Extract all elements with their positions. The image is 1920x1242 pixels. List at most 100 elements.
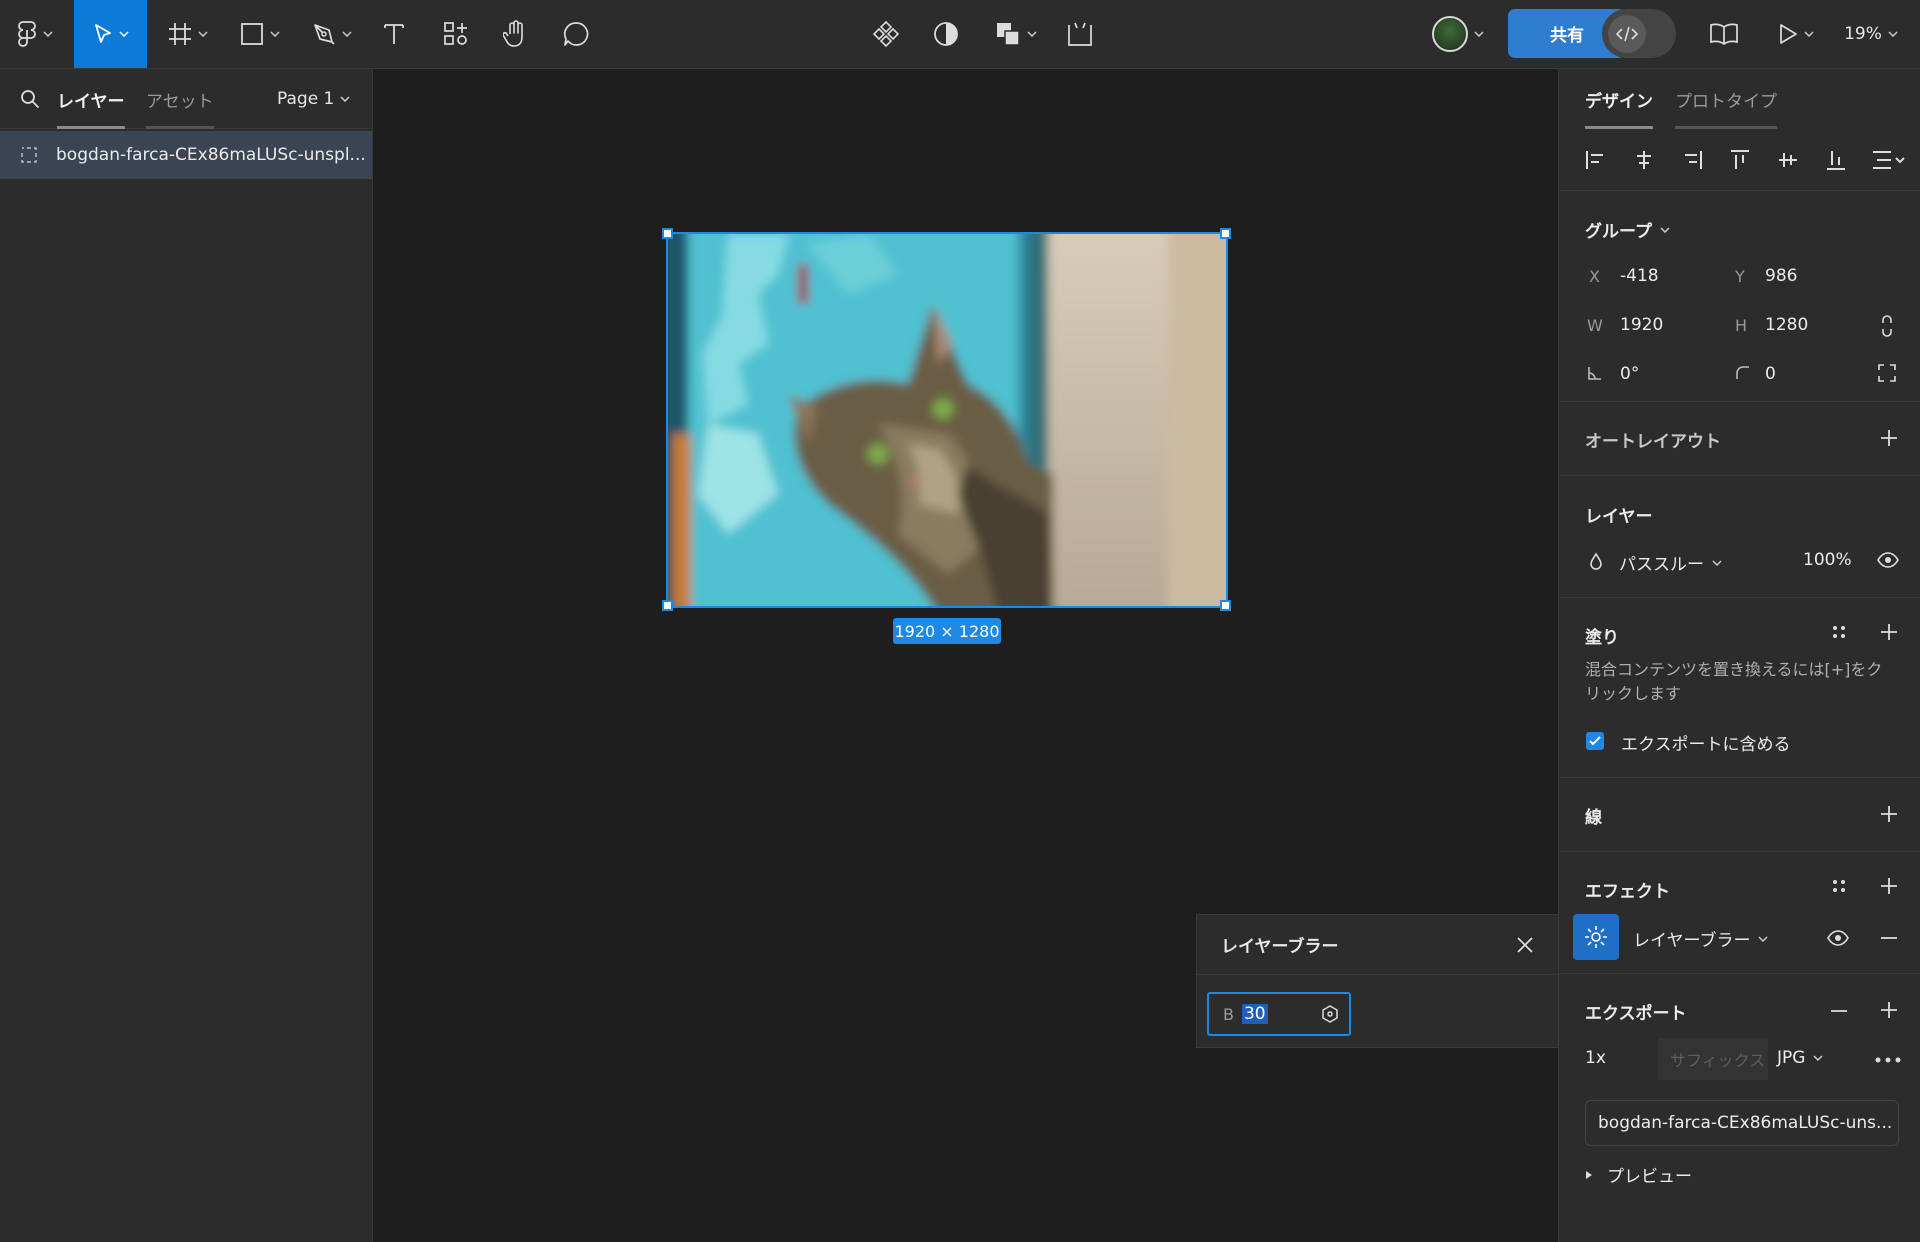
preview-label: プレビュー [1607,1167,1692,1187]
preview-toggle[interactable]: プレビュー [1585,1162,1692,1187]
auto-layout-section: オートレイアウト [1559,402,1920,476]
resize-handle-bottom-right[interactable] [1220,600,1231,611]
tab-assets[interactable]: アセット [146,87,214,129]
align-vertical-center-icon[interactable] [1777,149,1799,171]
eye-icon[interactable] [1827,930,1849,946]
corner-radius-icon [1736,366,1749,379]
add-effect-icon[interactable] [1879,876,1899,896]
figma-menu-button[interactable] [10,0,60,68]
h-label: H [1735,316,1748,335]
add-export-icon[interactable] [1879,1000,1899,1020]
create-component-button[interactable] [866,0,906,68]
corner-radius-input[interactable]: 0 [1765,364,1776,384]
alignment-toolbar [1559,131,1920,191]
resources-icon [444,22,467,45]
library-button[interactable] [1704,0,1744,68]
remove-export-icon[interactable] [1829,1009,1849,1013]
tab-prototype[interactable]: プロトタイプ [1675,87,1777,129]
blur-amount-input[interactable]: B 30 [1207,992,1351,1036]
boolean-button[interactable] [988,0,1044,68]
mixed-fill-hint-line2: リックします [1585,684,1682,703]
resize-handle-top-right[interactable] [1220,228,1231,239]
page-selector[interactable]: Page 1 [277,89,350,109]
resize-handle-bottom-left[interactable] [662,600,673,611]
resize-handle-top-left[interactable] [662,228,673,239]
independent-corners-icon[interactable] [1877,363,1897,383]
resources-button[interactable] [436,0,476,68]
move-tool-button[interactable] [74,0,147,68]
mask-button[interactable] [926,0,966,68]
chevron-down-icon [43,31,53,37]
close-icon[interactable] [1515,935,1535,955]
styles-grid-icon[interactable] [1831,624,1847,640]
crop-button[interactable] [1060,0,1100,68]
export-scale-input[interactable]: 1x [1585,1048,1606,1068]
blend-mode-dropdown[interactable]: パススルー [1619,550,1722,575]
zoom-dropdown[interactable]: 19% [1838,0,1904,68]
align-right-icon[interactable] [1681,149,1703,171]
align-bottom-icon[interactable] [1825,149,1847,171]
constrain-proportions-icon[interactable] [1880,314,1894,338]
pen-tool-icon [314,24,335,45]
export-suffix-input[interactable]: サフィックス [1658,1038,1768,1080]
export-include-checkbox[interactable] [1586,732,1604,750]
multiplayer-avatar-button[interactable] [1420,0,1496,68]
opacity-input[interactable]: 100% [1803,550,1852,570]
eye-icon[interactable] [1877,552,1899,568]
add-fill-icon[interactable] [1879,622,1899,642]
chevron-down-icon [1758,935,1769,942]
y-input[interactable]: 986 [1765,266,1797,286]
w-input[interactable]: 1920 [1620,315,1663,335]
layer-row[interactable]: bogdan-farca-CEx86maLUSc-unspl... [0,131,372,179]
dev-mode-icon [1616,26,1638,41]
pen-tool-button[interactable] [304,0,360,68]
selected-image-group[interactable] [666,232,1228,608]
present-button[interactable] [1770,0,1822,68]
add-stroke-icon[interactable] [1879,804,1899,824]
w-label: W [1587,316,1603,335]
align-top-icon[interactable] [1729,149,1751,171]
layer-section: レイヤー パススルー 100% [1559,476,1920,598]
comment-button[interactable] [556,0,596,68]
align-left-icon[interactable] [1585,149,1607,171]
search-icon[interactable] [20,89,40,109]
h-input[interactable]: 1280 [1765,315,1808,335]
variable-icon[interactable] [1321,1005,1339,1023]
styles-grid-icon[interactable] [1831,878,1847,894]
effect-type-label: レイヤーブラー [1633,931,1751,951]
text-tool-button[interactable] [376,0,412,68]
component-icon [872,20,900,48]
tab-layers[interactable]: レイヤー [57,87,125,129]
export-section: エクスポート 1x サフィックス JPG bogdan-farca-CEx86m… [1559,974,1920,1242]
fill-section: 塗り 混合コンテンツを置き換えるには[+]をク リックします エクスポートに含め… [1559,598,1920,778]
rectangle-tool-button[interactable] [232,0,288,68]
hand-tool-button[interactable] [496,0,536,68]
export-button[interactable]: bogdan-farca-CEx86maLUSc-uns... [1585,1100,1899,1146]
dev-mode-toggle[interactable] [1602,9,1676,58]
frame-tool-button[interactable] [160,0,216,68]
rotation-input[interactable]: 0° [1620,364,1639,384]
x-input[interactable]: -418 [1620,266,1659,286]
align-horizontal-center-icon[interactable] [1633,149,1655,171]
effect-settings-button[interactable] [1573,914,1619,960]
export-title: エクスポート [1585,1004,1687,1024]
popover-title: レイヤーブラー [1197,915,1559,975]
remove-effect-icon[interactable] [1879,936,1899,940]
chevron-down-icon [1474,31,1484,37]
chevron-down-icon [342,31,352,37]
chevron-down-icon [118,31,129,37]
group-dropdown[interactable]: グループ [1585,217,1670,242]
page-label: Page 1 [277,89,335,109]
fill-title: 塗り [1585,628,1619,648]
tab-design[interactable]: デザイン [1585,87,1653,129]
share-label: 共有 [1550,26,1584,46]
add-auto-layout-icon[interactable] [1879,428,1899,448]
more-options-icon[interactable] [1875,1057,1901,1063]
canvas[interactable]: 1920 × 1280 [374,69,1558,1242]
effect-type-dropdown[interactable]: レイヤーブラー [1633,926,1769,951]
distribute-icon[interactable] [1871,149,1905,171]
properties-panel: デザイン プロトタイプ グループ X -418 Y 986 W 1920 H 1… [1558,69,1920,1242]
export-format-dropdown[interactable]: JPG [1777,1048,1823,1068]
text-tool-icon [384,24,404,44]
left-panel-tabs: レイヤー アセット Page 1 [0,69,373,129]
